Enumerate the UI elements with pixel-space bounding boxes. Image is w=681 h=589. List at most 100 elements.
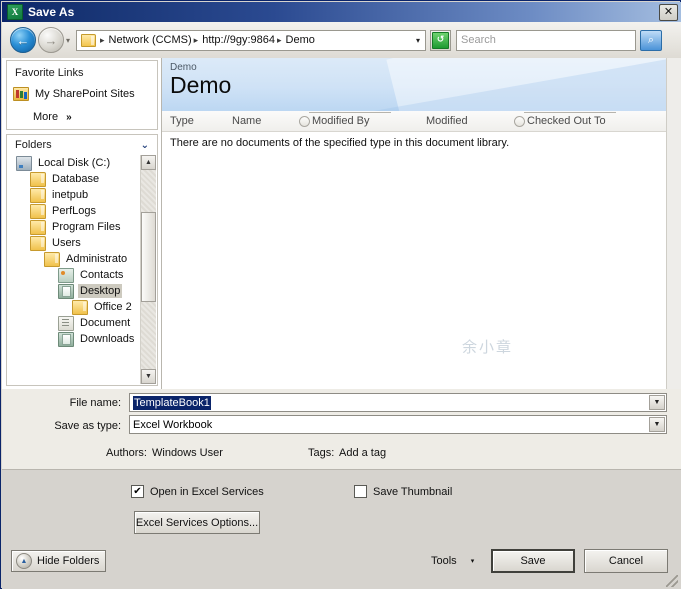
forward-button[interactable]: → [38,27,64,53]
breadcrumb-host[interactable]: http://9gy:9864 [202,34,275,46]
resize-grip[interactable] [666,575,678,587]
chevron-down-icon[interactable]: ▾ [416,36,420,45]
column-header-label: Name [232,115,262,127]
folder-tree-scrollbar[interactable]: ▲ ▼ [140,155,156,384]
search-input[interactable]: Search [456,29,637,51]
address-breadcrumb-bar[interactable]: ▸ Network (CCMS) ▸ http://9gy:9864 ▸ Dem… [76,29,427,51]
folder-icon [30,235,46,251]
authors-label: Authors: [106,447,147,459]
search-icon[interactable]: ⌕ [640,29,663,51]
tree-item[interactable]: Program Files [8,219,156,235]
tree-item[interactable]: Desktop [8,283,156,299]
folder-icon [72,299,88,315]
hide-folders-button[interactable]: ▲ Hide Folders [11,550,106,572]
tree-item[interactable]: Administrato [8,251,156,267]
chevron-down-icon[interactable]: ▼ [649,395,665,410]
chevron-down-icon[interactable]: ▼ [649,417,665,432]
tree-item[interactable]: Downloads [8,331,156,347]
watermark-text: 余小章 [462,339,514,356]
folder-icon [81,33,97,47]
tree-item-label: Local Disk (C:) [38,157,111,169]
tree-item-label: Downloads [80,333,135,345]
tree-item[interactable]: Users [8,235,156,251]
tags-value[interactable]: Add a tag [339,447,386,459]
tree-item[interactable]: Contacts [8,267,156,283]
tools-menu-button[interactable]: Tools ▾ [431,555,474,567]
chevron-double-right-icon: » [66,111,72,123]
history-dropdown-icon[interactable]: ▾ [66,36,70,45]
file-name-input[interactable]: TemplateBook1 ▼ [129,393,667,412]
forward-arrow-icon: → [44,32,58,48]
folder-icon [30,203,46,219]
column-header-modified[interactable]: Modified [426,113,468,129]
tree-item[interactable]: inetpub [8,187,156,203]
favorite-links-panel: Favorite Links My SharePoint Sites More … [6,60,158,130]
tree-item-label: Document [80,317,131,329]
downloads-icon [58,331,74,347]
file-list-scrollbar[interactable] [666,58,681,389]
scroll-down-icon[interactable]: ▼ [141,369,156,384]
tree-item-label: Contacts [80,269,124,281]
file-list-pane: Demo Demo Type Name Modified By Modified [162,58,681,389]
save-thumbnail-checkbox[interactable]: Save Thumbnail [354,485,452,498]
scroll-up-icon[interactable]: ▲ [141,155,156,170]
tags-label: Tags: [308,447,335,459]
column-header-type[interactable]: Type [170,113,194,129]
cancel-button[interactable]: Cancel [584,549,668,573]
tree-item[interactable]: Database [8,171,156,187]
dialog-body: Favorite Links My SharePoint Sites More … [2,58,681,389]
scrollbar-track[interactable] [141,170,156,369]
contacts-icon [58,267,74,283]
folders-title: Folders [15,139,52,151]
column-header-label: Modified [426,115,468,127]
scrollbar-thumb[interactable] [141,212,156,302]
save-as-type-value: Excel Workbook [133,418,213,431]
refresh-button[interactable]: ↺ [430,29,452,51]
tree-item-label: PerfLogs [52,205,97,217]
column-header-name[interactable]: Name [232,113,261,129]
tree-item-label: Desktop [78,284,123,298]
file-name-label: File name: [69,397,121,409]
tree-item[interactable]: Document [8,315,156,331]
folder-icon [44,251,60,267]
authors-value[interactable]: Windows User [152,447,223,459]
save-as-type-select[interactable]: Excel Workbook ▼ [129,415,667,434]
refresh-icon: ↺ [432,31,450,49]
hide-folders-label: Hide Folders [37,555,100,567]
tree-item[interactable]: Local Disk (C:) [8,155,156,171]
breadcrumb-separator: ▸ [276,34,282,45]
checkbox-box [354,485,367,498]
breadcrumb-separator: ▸ [100,34,105,45]
tree-item[interactable]: PerfLogs [8,203,156,219]
favorite-item-label: My SharePoint Sites [35,88,135,100]
tree-item-label: Office 2 [94,301,132,313]
favorite-more-button[interactable]: More » [33,111,72,123]
back-button[interactable]: ← [10,27,36,53]
excel-services-options-button[interactable]: Excel Services Options... [134,511,260,534]
folder-tree: Local Disk (C:) Database inetpub PerfLogs Pr… [8,155,156,384]
favorite-item-my-sharepoint-sites[interactable]: My SharePoint Sites [13,87,135,101]
collapse-up-icon: ▲ [16,553,32,569]
save-as-type-label: Save as type: [54,420,121,432]
save-button[interactable]: Save [491,549,575,573]
documents-icon [58,315,74,331]
open-in-excel-services-checkbox[interactable]: ✔ Open in Excel Services [131,485,264,498]
tree-item-label: Users [52,237,81,249]
folder-icon [30,171,46,187]
column-header-label: Type [170,115,194,127]
breadcrumb-network[interactable]: Network (CCMS) [109,34,192,46]
file-name-value: TemplateBook1 [133,395,211,410]
close-icon[interactable]: ✕ [659,4,678,21]
radio-icon [299,115,310,127]
column-header-modified-by[interactable]: Modified By [299,112,391,129]
save-as-dialog: X Save As ✕ ← → ▾ ▸ Network (CCMS) ▸ htt… [0,0,681,589]
tree-item[interactable]: Office 2 [8,299,156,315]
window-title: Save As [28,5,75,19]
address-bar: ← → ▾ ▸ Network (CCMS) ▸ http://9gy:9864… [2,22,681,58]
folders-header[interactable]: Folders ⌄ [7,135,157,155]
chevron-down-icon: ⌄ [140,139,149,151]
column-header-checked-out-to[interactable]: Checked Out To [514,112,616,129]
breadcrumb-demo[interactable]: Demo [286,34,315,46]
checkbox-box: ✔ [131,485,144,498]
sharepoint-folder-icon [13,87,29,101]
